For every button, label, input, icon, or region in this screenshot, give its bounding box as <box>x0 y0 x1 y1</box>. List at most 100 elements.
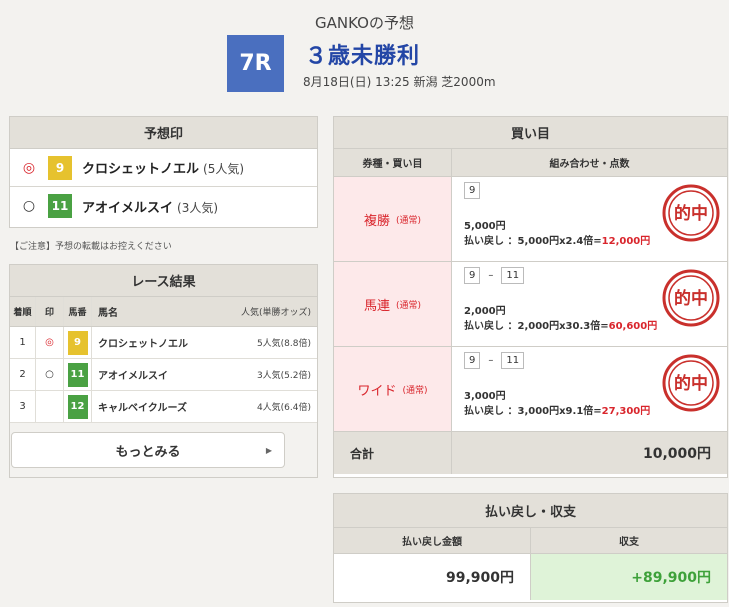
bet-type: ワイド <box>357 383 397 399</box>
bet-type-cell: ワイド (通常) <box>334 347 452 431</box>
combo-dash: – <box>488 355 494 366</box>
payout-formula: 払い戻し ：5,000円x2.4倍= <box>464 236 602 247</box>
chevron-right-icon: ▶ <box>265 445 272 455</box>
header-popularity: 人気(単勝オッズ) <box>240 308 311 318</box>
combo-number: 9 <box>464 267 481 284</box>
table-row: 2 ○ 11 アオイメルスイ 3人気(5.2倍) <box>10 359 317 391</box>
bet-row: ワイド (通常) 9–11 3,000円 払い戻し ：3,000円x9.1倍=27… <box>334 347 727 432</box>
bet-type-note: (通常) <box>395 215 422 226</box>
bet-type-note: (通常) <box>402 385 428 396</box>
horse-name: クロシェットノエル <box>98 339 188 350</box>
pick-horse-name: クロシェットノエル (5人気) <box>82 158 244 177</box>
payout-line: 払い戻し ：5,000円x2.4倍=12,000円 <box>464 232 650 247</box>
rank-cell: 1 <box>10 327 36 358</box>
header-bet-type: 券種・買い目 <box>334 149 452 176</box>
summary-panel: 払い戻し・収支 払い戻し金額 収支 99,900円 +89,900円 <box>333 493 728 603</box>
picks-title: 予想印 <box>10 117 317 149</box>
stamp-label: 的中 <box>674 373 708 394</box>
table-row: 1 ◎ 9 クロシェットノエル 5人気(8.8倍) <box>10 327 317 359</box>
mark-cell <box>36 391 64 422</box>
horse-name: アオイメルスイ <box>98 371 168 382</box>
horse-number-badge: 11 <box>67 362 88 387</box>
author-title: GANKOの予想 <box>315 14 414 32</box>
bet-amount: 2,000円 <box>464 306 506 317</box>
header-horse: 馬名 <box>98 308 118 319</box>
payout-formula: 払い戻し ：3,000円x9.1倍= <box>464 406 602 417</box>
bet-detail: 9–11 3,000円 払い戻し ：3,000円x9.1倍=27,300円 的中 <box>452 347 727 431</box>
summary-header-row: 払い戻し金額 収支 <box>334 528 727 554</box>
bet-amount: 5,000円 <box>464 221 506 232</box>
stamp-label: 的中 <box>674 203 708 224</box>
horse-popularity: (5人気) <box>203 162 245 176</box>
summary-values-row: 99,900円 +89,900円 <box>334 554 727 600</box>
combo-dash: – <box>488 270 494 281</box>
rank-cell: 2 <box>10 359 36 390</box>
horse-number-badge: 11 <box>48 194 72 218</box>
horse-popularity: (3人気) <box>177 200 219 215</box>
more-button[interactable]: もっとみる ▶ <box>11 432 285 468</box>
payout-line: 払い戻し ：3,000円x9.1倍=27,300円 <box>464 402 650 417</box>
bet-row: 馬連 (通常) 9–11 2,000円 払い戻し ：2,000円x30.3倍=60… <box>334 262 727 347</box>
repost-notice: 【ご注意】予想の転載はお控えください <box>10 242 172 252</box>
popularity-cell: 4人気(6.4倍) <box>256 403 311 413</box>
bet-type-cell: 複勝 (通常) <box>334 177 452 261</box>
hit-stamp-icon: 的中 <box>662 269 720 327</box>
circle-mark-icon: ○ <box>22 198 36 214</box>
payout-amount-label: 払い戻し金額 <box>334 528 531 553</box>
popularity-cell: 5人気(8.8倍) <box>256 339 311 349</box>
rank-cell: 3 <box>10 391 36 422</box>
race-number-badge: 7R <box>227 35 284 92</box>
picks-panel: 予想印 ◎ 9 クロシェットノエル (5人気) ○ 11 アオイメルスイ (3人気) <box>9 116 318 228</box>
payout-value: 12,000円 <box>601 236 651 247</box>
horse-number-badge: 9 <box>48 155 72 180</box>
combo-number: 9 <box>464 352 481 369</box>
payout-formula: 払い戻し ：2,000円x30.3倍= <box>464 321 609 332</box>
results-table: 着順 印 馬番 馬名 人気(単勝オッズ) 1 ◎ 9 クロシェットノエル 5人気… <box>10 297 317 423</box>
hit-stamp-icon: 的中 <box>662 354 720 412</box>
combo-number: 9 <box>464 182 481 199</box>
horse-name: クロシェットノエル <box>82 162 200 177</box>
header-mark: 印 <box>36 297 64 326</box>
double-circle-mark-icon: ◎ <box>22 159 36 176</box>
race-info: 8月18日(日) 13:25 新潟 芝2000m <box>303 75 496 89</box>
number-cell: 9 <box>64 327 92 358</box>
bet-type: 複勝 <box>363 213 390 229</box>
header-combination: 組み合わせ・点数 <box>549 159 630 170</box>
bet-amount: 3,000円 <box>464 391 506 402</box>
horse-number-badge: 9 <box>67 330 88 355</box>
horse-name: アオイメルスイ <box>82 200 174 216</box>
bets-panel: 買い目 券種・買い目 組み合わせ・点数 複勝 (通常) 9 5,000円 払い戻し… <box>333 116 728 478</box>
circle-mark-icon: ○ <box>36 359 64 390</box>
bet-type-cell: 馬連 (通常) <box>334 262 452 346</box>
horse-number-badge: 12 <box>67 394 88 419</box>
bet-detail: 9 5,000円 払い戻し ：5,000円x2.4倍=12,000円 的中 <box>452 177 727 261</box>
race-name: ３歳未勝利 <box>305 44 421 69</box>
table-row: 3 12 キャルベイクルーズ 4人気(6.4倍) <box>10 391 317 423</box>
total-value: 10,000円 <box>452 432 727 474</box>
stamp-label: 的中 <box>674 288 708 309</box>
summary-title: 払い戻し・収支 <box>334 494 727 528</box>
header-number: 馬番 <box>64 297 92 326</box>
horse-name: キャルベイクルーズ <box>98 403 187 414</box>
bets-title: 買い目 <box>334 117 727 149</box>
combo-number: 11 <box>501 352 525 369</box>
results-title: レース結果 <box>10 265 317 297</box>
popularity-cell: 3人気(5.2倍) <box>256 371 311 381</box>
pick-row: ◎ 9 クロシェットノエル (5人気) <box>10 149 317 187</box>
payout-line: 払い戻し ：2,000円x30.3倍=60,600円 <box>464 317 657 332</box>
payout-value: 60,600円 <box>608 321 658 332</box>
bet-type: 馬連 <box>363 298 390 314</box>
pick-row: ○ 11 アオイメルスイ (3人気) <box>10 187 317 225</box>
combination: 9 <box>464 182 481 199</box>
number-cell: 12 <box>64 391 92 422</box>
hit-stamp-icon: 的中 <box>662 184 720 242</box>
header-rank: 着順 <box>10 297 36 326</box>
combination: 9–11 <box>464 352 525 369</box>
profit-label: 収支 <box>619 537 639 548</box>
combination: 9–11 <box>464 267 525 284</box>
double-circle-mark-icon: ◎ <box>36 327 64 358</box>
total-row: 合計 10,000円 <box>334 432 727 474</box>
profit-value: +89,900円 <box>531 554 727 600</box>
bets-header-row: 券種・買い目 組み合わせ・点数 <box>334 149 727 177</box>
number-cell: 11 <box>64 359 92 390</box>
